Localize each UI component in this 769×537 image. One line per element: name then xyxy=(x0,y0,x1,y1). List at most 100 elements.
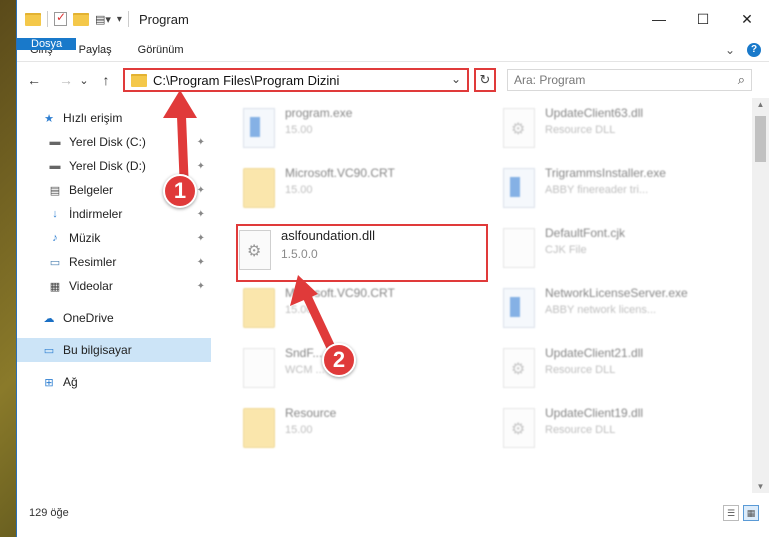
back-button[interactable]: ← xyxy=(23,72,45,88)
pin-icon[interactable]: ✦ xyxy=(197,161,205,172)
step-badge-1: 1 xyxy=(163,174,197,208)
search-input[interactable]: Ara: Program ⌕ xyxy=(507,69,752,91)
file-name: Microsoft.VC90.CRT xyxy=(285,286,395,300)
application-icon xyxy=(243,108,275,148)
file-name: UpdateClient19.dll xyxy=(545,406,644,420)
video-icon: ▦ xyxy=(49,280,61,293)
file-name: Microsoft.VC90.CRT xyxy=(285,166,395,180)
recent-locations-button[interactable]: ⌄ xyxy=(77,74,91,87)
pin-icon[interactable]: ✦ xyxy=(197,209,205,220)
network-icon: ⊞ xyxy=(44,376,54,389)
application-icon xyxy=(503,168,535,208)
separator xyxy=(127,11,129,27)
file-detail: ABBY network licens... xyxy=(545,304,657,316)
list-item[interactable]: UpdateClient63.dll Resource DLL xyxy=(503,106,643,148)
pin-icon[interactable]: ✦ xyxy=(197,233,205,244)
sidebar-item-label: OneDrive xyxy=(63,311,114,325)
list-item[interactable]: program.exe 15.00 xyxy=(243,106,352,148)
details-view-icon[interactable]: ☰ xyxy=(723,505,739,521)
folder-icon xyxy=(243,168,275,208)
customize-toolbar-icon[interactable]: ▤▾ xyxy=(95,13,111,26)
sidebar-item-label: İndirmeler xyxy=(69,207,123,221)
sidebar-item-quick-access[interactable]: ★ Hızlı erişim xyxy=(17,106,211,130)
refresh-button[interactable]: ↻ xyxy=(474,68,496,92)
sidebar-item-onedrive[interactable]: ☁ OneDrive xyxy=(17,306,211,330)
maximize-button[interactable]: ☐ xyxy=(681,0,725,38)
close-button[interactable]: ✕ xyxy=(725,0,769,38)
address-path[interactable]: C:\Program Files\Program Dizini xyxy=(153,73,339,88)
tab-view[interactable]: Görünüm xyxy=(125,38,197,61)
sidebar-item-label: Hızlı erişim xyxy=(63,111,123,125)
item-count: 129 öğe xyxy=(29,507,69,519)
music-icon: ♪ xyxy=(52,232,58,244)
dll-file-icon xyxy=(503,348,535,388)
file-name: TrigrammsInstaller.exe xyxy=(545,166,666,180)
vertical-scrollbar[interactable]: ▲ ▼ xyxy=(752,98,769,493)
window-controls: — ☐ ✕ xyxy=(637,0,769,38)
list-item[interactable]: Resource 15.00 xyxy=(243,406,336,448)
sidebar-item-videos[interactable]: ▦ Videolar ✦ xyxy=(17,274,211,298)
scroll-down-icon[interactable]: ▼ xyxy=(752,482,769,491)
file-detail: ABBY finereader tri... xyxy=(545,184,649,196)
pin-icon[interactable]: ✦ xyxy=(197,257,205,268)
ribbon-right: ⌄ ? xyxy=(725,38,769,61)
list-item[interactable]: Microsoft.VC90.CRT 15.00 xyxy=(243,286,395,328)
sidebar-item-music[interactable]: ♪ Müzik ✦ xyxy=(17,226,211,250)
file-icon xyxy=(243,348,275,388)
address-dropdown-icon[interactable]: ⌄ xyxy=(451,72,461,86)
pin-icon[interactable]: ✦ xyxy=(197,281,205,292)
file-detail: Resource DLL xyxy=(545,424,616,436)
file-name: UpdateClient63.dll xyxy=(545,106,644,120)
file-name: NetworkLicenseServer.exe xyxy=(545,286,688,300)
status-bar: 129 öğe ☰ ▦ xyxy=(17,493,769,537)
pin-icon[interactable]: ✦ xyxy=(197,185,205,196)
sidebar-item-label: Resimler xyxy=(69,255,117,269)
pin-icon[interactable]: ✦ xyxy=(197,137,205,148)
file-name: UpdateClient21.dll xyxy=(545,346,644,360)
dll-file-icon xyxy=(503,108,535,148)
list-item[interactable]: TrigrammsInstaller.exe ABBY finereader tr… xyxy=(503,166,666,208)
file-detail: 15.00 xyxy=(285,424,313,436)
sidebar-item-local-disk-c[interactable]: ▬ Yerel Disk (C:) ✦ xyxy=(17,130,211,154)
file-detail: 15.00 xyxy=(285,124,313,136)
toolbar-dropdown-icon[interactable]: ▾ xyxy=(117,14,122,25)
window-title: Program xyxy=(138,11,189,27)
file-name: DefaultFont.cjk xyxy=(545,226,626,240)
separator xyxy=(47,11,48,27)
dll-file-icon xyxy=(503,408,535,448)
file-detail: 15.00 xyxy=(285,304,313,316)
sidebar-item-pictures[interactable]: ▭ Resimler ✦ xyxy=(17,250,211,274)
list-item[interactable]: DefaultFont.cjk CJK File xyxy=(503,226,625,268)
search-icon[interactable]: ⌕ xyxy=(738,72,745,88)
forward-button[interactable]: → xyxy=(55,72,77,88)
file-version: 1.5.0.0 xyxy=(281,247,318,261)
folder-icon xyxy=(131,73,147,87)
target-file-aslfoundation[interactable]: aslfoundation.dll 1.5.0.0 xyxy=(239,228,375,270)
up-button[interactable]: ↑ xyxy=(95,72,117,88)
properties-icon[interactable] xyxy=(54,10,67,26)
large-icons-view-icon[interactable]: ▦ xyxy=(743,505,759,521)
view-buttons: ☰ ▦ xyxy=(723,505,759,521)
sidebar-item-this-pc[interactable]: ▭ Bu bilgisayar xyxy=(17,338,211,362)
ribbon-tabs: Dosya Giriş Paylaş Görünüm ⌄ ? xyxy=(17,38,769,62)
sidebar-item-network[interactable]: ⊞ Ağ xyxy=(17,370,211,394)
application-icon xyxy=(503,288,535,328)
search-placeholder: Ara: Program xyxy=(514,73,586,87)
address-row: ← → ⌄ ↑ C:\Program Files\Program Dizini … xyxy=(17,62,769,98)
sidebar-item-label: Bu bilgisayar xyxy=(63,343,132,357)
sidebar-item-label: Müzik xyxy=(69,231,101,245)
drive-icon: ▬ xyxy=(49,160,61,172)
list-item[interactable]: UpdateClient21.dll Resource DLL xyxy=(503,346,643,388)
help-icon[interactable]: ? xyxy=(747,42,761,57)
list-item[interactable]: UpdateClient19.dll Resource DLL xyxy=(503,406,643,448)
new-folder-icon[interactable] xyxy=(73,12,89,26)
scroll-up-icon[interactable]: ▲ xyxy=(752,100,769,109)
expand-ribbon-icon[interactable]: ⌄ xyxy=(725,43,735,57)
list-item[interactable]: NetworkLicenseServer.exe ABBY network lic… xyxy=(503,286,688,328)
minimize-button[interactable]: — xyxy=(637,0,681,38)
list-item[interactable]: Microsoft.VC90.CRT 15.00 xyxy=(243,166,395,208)
scrollbar-thumb[interactable] xyxy=(755,116,766,162)
tab-file[interactable]: Dosya xyxy=(17,38,77,50)
file-list: program.exe 15.00 Microsoft.VC90.CRT 15.00… xyxy=(219,98,749,493)
address-bar[interactable]: C:\Program Files\Program Dizini ⌄ xyxy=(123,68,469,92)
